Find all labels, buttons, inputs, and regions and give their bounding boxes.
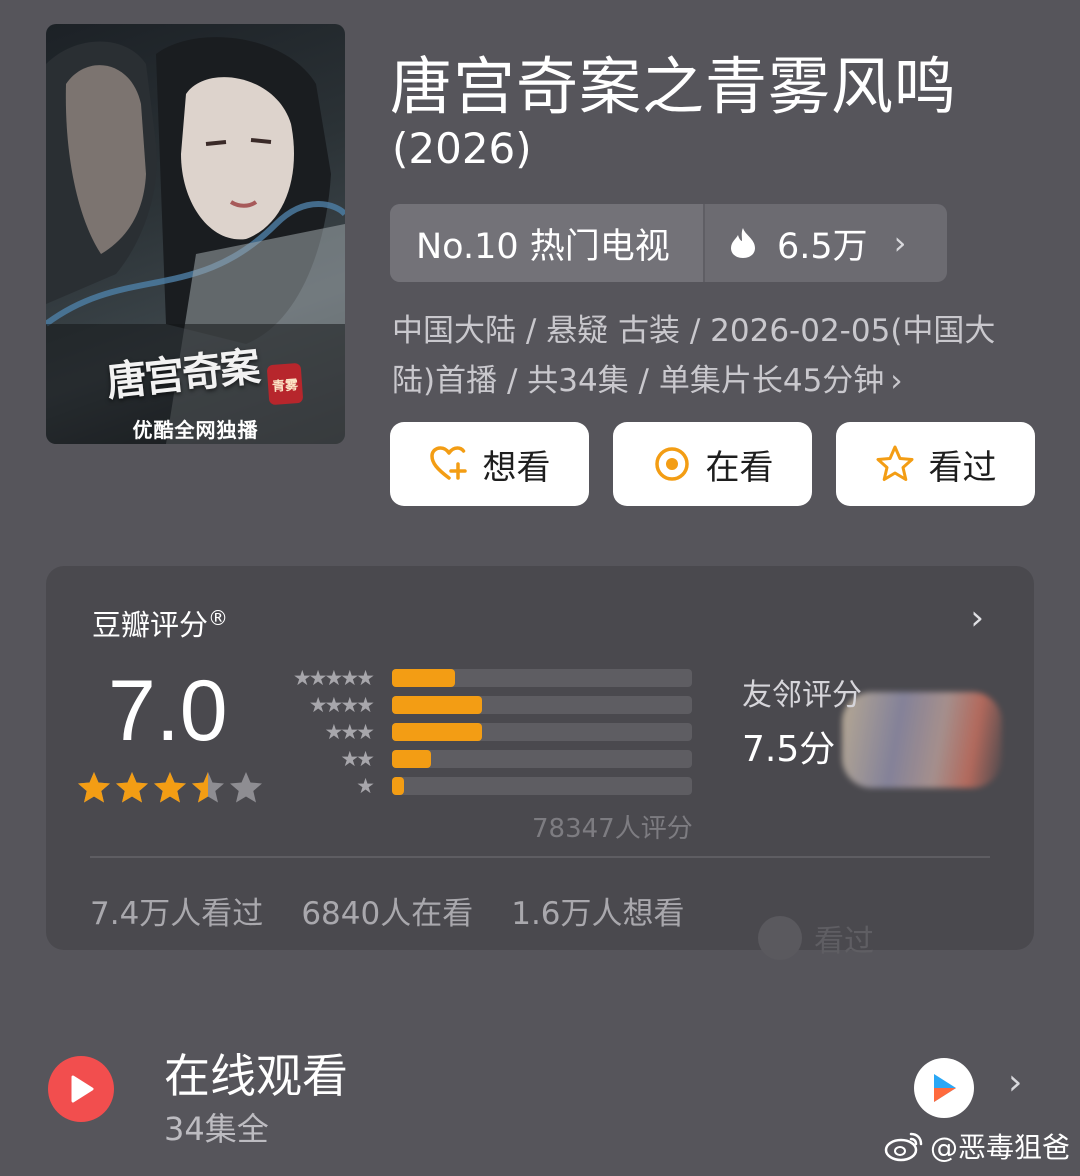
watching-count: 6840人在看 [301,896,474,932]
poster-caption: 优酷全网独播 [132,418,259,442]
distribution-row: ★ [276,772,692,799]
episode-count: 34集全 [164,1110,269,1148]
release-year: (2026) [392,124,532,173]
rating-title: 豆瓣评分® [92,602,228,644]
distribution-row: ★★ [276,745,692,772]
action-buttons: 想看 在看 看过 [390,422,1035,506]
distribution-track [392,776,692,795]
rank-label[interactable]: No.10 热门电视 [390,204,705,282]
rating-card[interactable]: 豆瓣评分® › 7.0 ★★★★★ ★★★★ ★★★ ★★ ★ 78347人评分 友邻评… [46,566,1034,960]
friend-avatars-blurred [842,692,1002,788]
faded-review-hint: 看过 [758,916,874,960]
watch-online-title: 在线观看 [164,1049,348,1103]
distribution-stars-label: ★★★★★ [292,665,375,690]
rating-distribution: ★★★★★ ★★★★ ★★★ ★★ ★ [276,664,692,799]
friend-rating-label: 友邻评分 [742,678,862,713]
rank-pill: No.10 热门电视 6.5万 › [390,204,947,282]
distribution-track [392,722,692,741]
distribution-stars-label: ★★ [340,746,375,771]
distribution-bar [392,749,431,768]
page-title: 唐宫奇案之青雾风鸣 [390,50,958,123]
friend-rating[interactable]: 友邻评分 7.5分 [742,670,1002,788]
distribution-row: ★★★★★ [276,664,692,691]
want-to-watch-label: 想看 [482,447,551,488]
distribution-row: ★★★ [276,718,692,745]
youku-logo-icon[interactable] [914,1058,974,1118]
watching-button[interactable]: 在看 [613,422,812,506]
play-icon [71,1075,94,1103]
heat-button[interactable]: 6.5万 › [705,204,947,282]
star-icon [78,772,110,803]
star-icon [116,772,148,803]
chevron-right-icon[interactable]: › [970,598,984,638]
target-icon [654,447,689,481]
rating-title-text: 豆瓣评分 [92,608,209,642]
star-outline-icon [876,445,913,481]
poster-image[interactable]: 唐宫奇案 青雾 优酷全网独播 [46,24,345,444]
rater-count: 78347人评分 [532,814,693,844]
registered-mark: ® [208,606,229,630]
star-icon [192,772,224,803]
rating-stars [76,770,264,806]
play-button[interactable] [48,1056,114,1122]
distribution-bar [392,668,455,687]
avatar [758,916,802,960]
audience-counts: 7.4万人看过 6840人在看 1.6万人想看 [90,888,685,933]
meta-text: 中国大陆 / 悬疑 古装 / 2026-02-05(中国大陆)首播 / 共34集… [392,313,996,399]
meta-info[interactable]: 中国大陆 / 悬疑 古装 / 2026-02-05(中国大陆)首播 / 共34集… [392,306,1032,406]
watched-count: 7.4万人看过 [90,896,264,932]
distribution-stars-label: ★★★★ [308,692,375,717]
want-count: 1.6万人想看 [511,896,685,932]
chevron-right-icon: › [893,224,907,262]
distribution-track [392,749,692,768]
heat-value: 6.5万 [777,226,868,267]
distribution-stars-label: ★★★ [324,719,375,744]
chevron-right-icon[interactable]: › [1008,1062,1022,1103]
friend-rating-score: 7.5分 [742,729,836,770]
watched-button[interactable]: 看过 [836,422,1035,506]
heart-plus-icon [429,446,467,480]
poster-seal: 青雾 [266,362,304,406]
watching-label: 在看 [705,447,774,488]
distribution-bar [392,776,404,795]
rating-score: 7.0 [108,663,228,759]
divider [90,856,990,858]
distribution-bar [392,722,482,741]
watermark: @恶毒狙爸 [884,1126,1070,1166]
watermark-text: @恶毒狙爸 [929,1131,1070,1164]
distribution-stars-label: ★ [356,773,375,798]
weibo-icon [884,1132,923,1162]
youku-play-icon [934,1074,956,1102]
star-icon [154,772,186,803]
faded-review-text: 看过 [814,924,874,959]
chevron-right-icon: › [890,363,903,399]
star-icon [230,772,262,803]
distribution-bar [392,695,482,714]
distribution-row: ★★★★ [276,691,692,718]
distribution-track [392,695,692,714]
want-to-watch-button[interactable]: 想看 [390,422,589,506]
flame-icon [731,228,755,258]
distribution-track [392,668,692,687]
watched-label: 看过 [928,447,997,488]
